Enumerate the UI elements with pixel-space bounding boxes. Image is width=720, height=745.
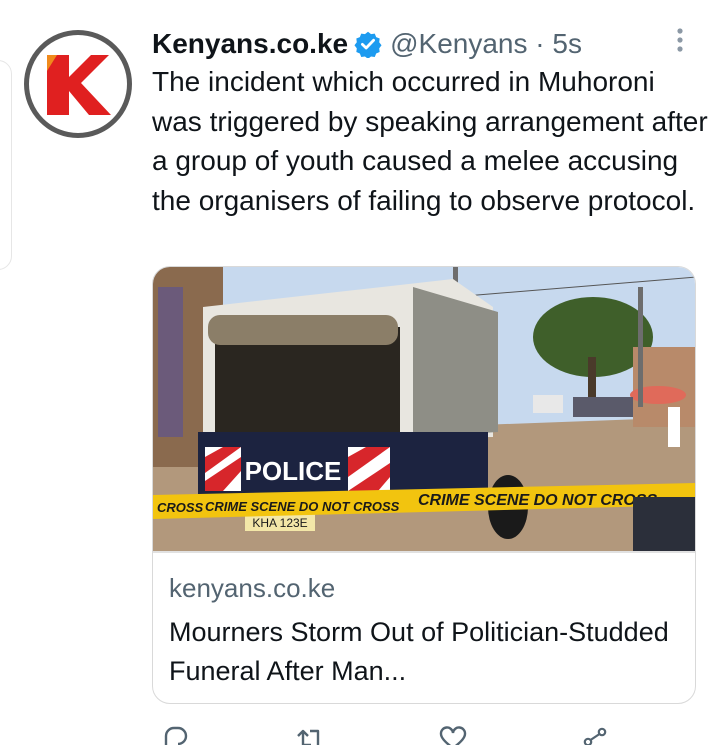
display-name[interactable]: Kenyans.co.ke — [152, 28, 348, 60]
article-image: POLICE KHA 123E CROSS CRIME SCENE DO NOT… — [153, 267, 695, 551]
tweet-header: Kenyans.co.ke @Kenyans · 5s — [152, 24, 582, 64]
handle-and-time[interactable]: @Kenyans · 5s — [390, 28, 582, 60]
avatar[interactable] — [24, 30, 132, 138]
tweet-actions — [152, 726, 720, 745]
reply-icon[interactable] — [160, 726, 190, 745]
share-icon[interactable] — [580, 726, 610, 745]
previous-card-edge — [0, 60, 12, 270]
like-icon[interactable] — [438, 726, 468, 745]
plate-text: KHA 123E — [252, 516, 307, 530]
tape-left-text: CRIME SCENE DO NOT CROSS — [205, 499, 400, 514]
tape-right-text: CRIME SCENE DO NOT CROSS — [418, 492, 657, 509]
tweet-view: Kenyans.co.ke @Kenyans · 5s The incident… — [0, 0, 720, 745]
verified-badge-icon — [354, 31, 382, 58]
card-divider — [153, 551, 695, 553]
police-label: POLICE — [245, 456, 342, 486]
link-preview-card[interactable]: POLICE KHA 123E CROSS CRIME SCENE DO NOT… — [152, 266, 696, 704]
card-domain: kenyans.co.ke — [169, 573, 336, 603]
retweet-icon[interactable] — [294, 726, 324, 745]
more-options-icon[interactable] — [672, 26, 688, 54]
tape-stub-text: CROSS — [157, 500, 204, 515]
tweet-text: The incident which occurred in Muhoroni … — [152, 66, 708, 216]
kenyans-logo-icon — [47, 55, 111, 115]
card-title: Mourners Storm Out of Politician-Studded… — [169, 617, 669, 686]
